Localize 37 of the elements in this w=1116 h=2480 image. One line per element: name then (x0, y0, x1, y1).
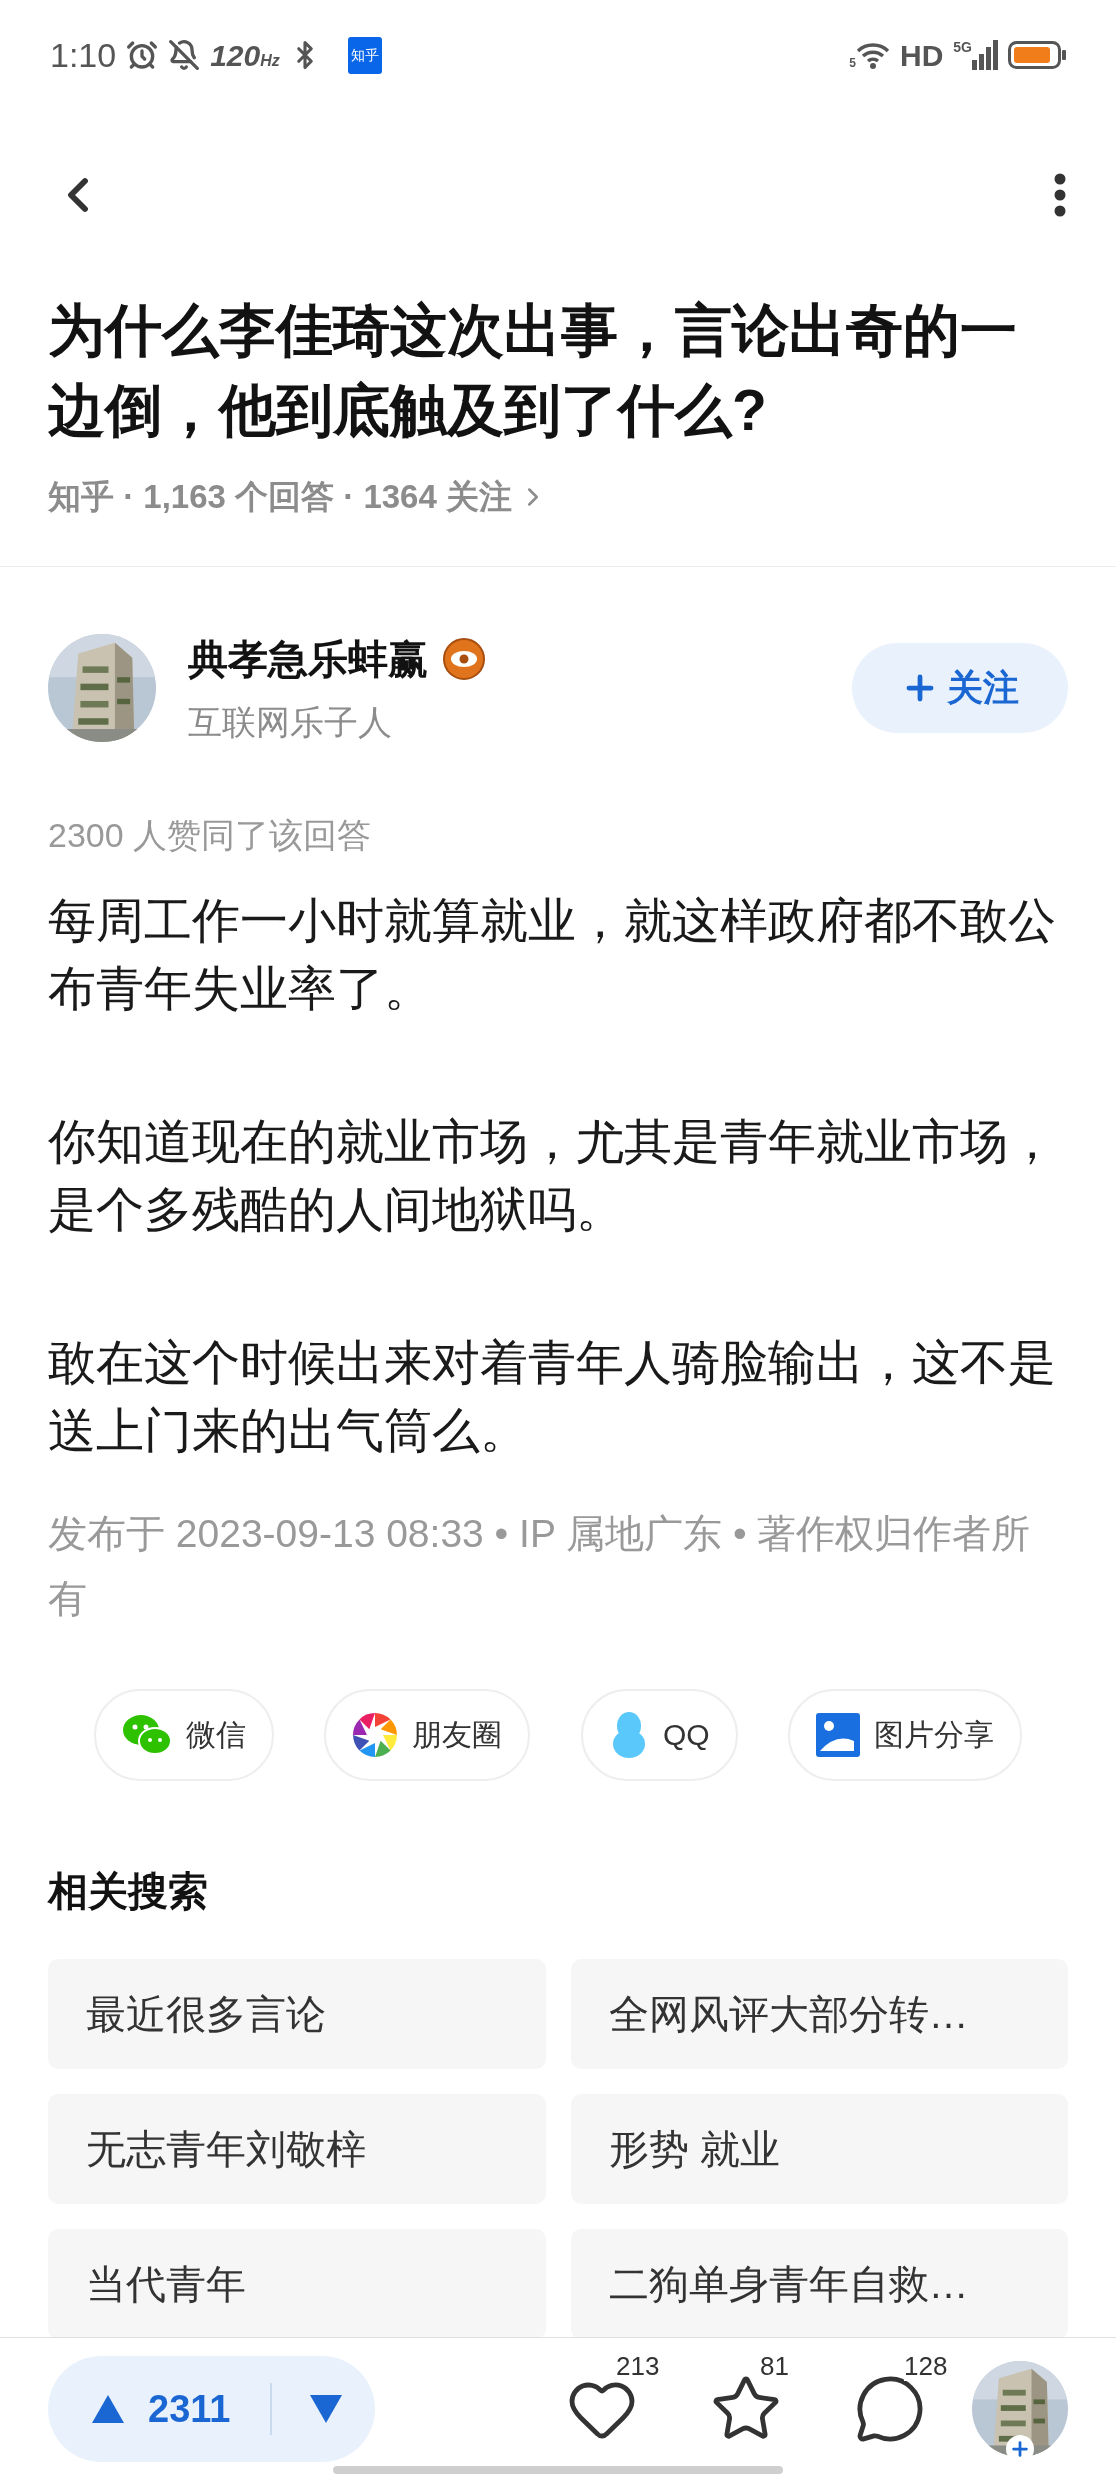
wifi-band-label: 5 (849, 57, 856, 69)
answer-paragraph: 敢在这个时候出来对着青年人骑脸输出，这不是送上门来的出气筒么。 (48, 1334, 1057, 1459)
answer-paragraph: 你知道现在的就业市场，尤其是青年就业市场，是个多残酷的人间地狱吗。 (48, 1113, 1057, 1238)
question-title: 为什么李佳琦这次出事，言论出奇的一边倒，他到底触及到了什么? (48, 297, 1018, 444)
battery-icon (1008, 41, 1066, 69)
related-search-item[interactable]: 二狗单身青年自救… (570, 2228, 1068, 2337)
related-search-item[interactable]: 全网风评大部分转… (570, 1958, 1068, 2069)
share-button[interactable]: QQ (580, 1688, 738, 1781)
aperture-icon (352, 1711, 399, 1758)
related-search-item[interactable]: 无志青年刘敬梓 (48, 2093, 546, 2204)
status-time: 1:10 (50, 34, 117, 76)
signal-icon (972, 40, 998, 70)
cell-generation: 5G (953, 40, 972, 54)
app-badge: 知乎 (347, 36, 382, 74)
image-icon (816, 1712, 860, 1757)
refresh-rate: 120Hz (210, 37, 280, 74)
bell-off-icon (168, 39, 201, 71)
upvote-note: 2300 人赞同了该回答 (48, 814, 373, 856)
share-button[interactable]: 微信 (94, 1688, 274, 1781)
answer-paragraph: 每周工作一小时就算就业，就这样政府都不敢公布青年失业率了。 (48, 892, 1057, 1017)
answer-footer: 发布于 2023-09-13 08:33 • IP 属地广东 • 著作权归作者所有 (48, 1500, 1068, 1631)
author-bio: 互联网乐子人 (188, 701, 393, 743)
related-search-item[interactable]: 形势 就业 (570, 2093, 1068, 2204)
downvote-icon (308, 2393, 345, 2425)
alarm-icon (126, 39, 159, 71)
share-button[interactable]: 朋友圈 (324, 1688, 531, 1781)
network-type: HD (899, 37, 944, 74)
wifi-icon (855, 41, 890, 69)
follow-button[interactable]: 关注 (852, 643, 1068, 733)
author-name[interactable]: 典孝急乐蚌赢 (188, 628, 428, 689)
related-title: 相关搜索 (48, 1867, 209, 1915)
related-search-item[interactable]: 当代青年 (48, 2228, 546, 2337)
eye-badge-icon (442, 636, 486, 681)
related-search-item[interactable]: 最近很多言论 (48, 1958, 546, 2069)
more-icon (1054, 173, 1066, 217)
upvote-icon (90, 2393, 126, 2425)
share-button[interactable]: 图片分享 (788, 1688, 1022, 1781)
